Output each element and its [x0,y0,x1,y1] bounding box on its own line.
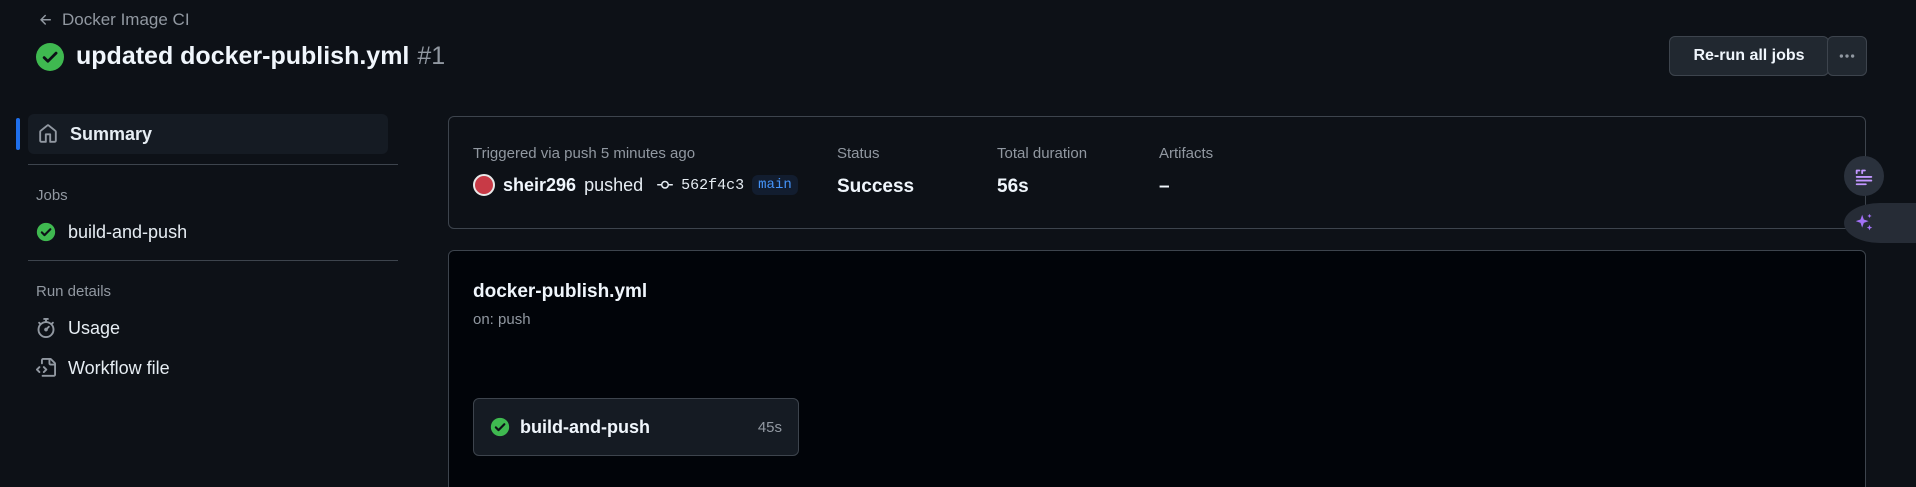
trigger-label: Triggered via push 5 minutes ago [473,145,696,162]
job-node-build-and-push[interactable]: build-and-push 45s [473,398,799,456]
sidebar-item-workflow-file[interactable]: Workflow file [16,348,398,388]
sidebar: Summary Jobs build-and-push Run details … [16,114,398,388]
sidebar-item-summary[interactable]: Summary [16,114,388,154]
more-options-button[interactable] [1827,36,1867,76]
push-action-text: pushed [584,174,644,195]
avatar[interactable] [473,174,495,196]
sparkles-icon [1855,213,1873,231]
active-indicator [16,118,20,150]
kebab-horizontal-icon [1839,54,1855,58]
branch-badge[interactable]: main [752,175,798,195]
back-link-label: Docker Image CI [62,10,190,29]
artifacts-label: Artifacts [1159,145,1214,162]
jobs-heading: Jobs [36,187,68,204]
trigger-column: Triggered via push 5 minutes ago sheir29… [473,145,798,196]
git-commit-icon [657,180,674,189]
status-label: Status [837,145,880,162]
sidebar-item-label: Summary [70,123,153,144]
check-circle-icon [36,42,64,71]
job-name: build-and-push [520,416,650,437]
job-duration: 45s [757,418,782,436]
stopwatch-icon [37,318,55,338]
run-summary-card: Triggered via push 5 minutes ago sheir29… [448,116,1866,229]
workflow-graph-card: docker-publish.yml on: push build-and-pu… [448,250,1866,487]
workflow-trigger: on: push [473,311,531,328]
copilot-summary-button[interactable] [1844,156,1884,196]
sidebar-item-label: Workflow file [68,357,170,378]
user-link[interactable]: sheir296 [503,175,576,196]
status-column: Status Success [837,145,914,198]
artifacts-value: – [1159,176,1170,197]
file-code-icon [36,358,56,377]
artifacts-column: Artifacts – [1159,145,1213,198]
check-circle-icon [36,222,56,242]
sidebar-item-usage[interactable]: Usage [16,308,398,348]
workflow-file-name: docker-publish.yml [473,281,648,302]
run-details-heading: Run details [36,283,112,300]
workflow-run-page: Docker Image CI updated docker-publish.y… [0,0,1916,487]
sidebar-divider [28,164,398,165]
page-title-row: updated docker-publish.yml #1 [36,42,445,71]
back-to-workflow-link[interactable]: Docker Image CI [38,10,190,30]
status-value: Success [837,176,915,197]
copilot-sparkles-button[interactable] [1844,203,1916,243]
run-number: #1 [417,42,446,70]
sidebar-item-label: build-and-push [68,221,188,242]
trigger-details: sheir296 pushed 562f4c3 main [473,174,798,196]
duration-column: Total duration 56s [997,145,1087,198]
page-title: updated docker-publish.yml [76,42,410,70]
home-icon [39,124,57,143]
commit-sha-link[interactable]: 562f4c3 [681,177,744,194]
sidebar-item-job-build-and-push[interactable]: build-and-push [16,212,398,252]
quote-list-icon [1855,169,1873,186]
duration-label: Total duration [997,145,1088,162]
arrow-left-icon [40,14,51,25]
sidebar-divider [28,260,398,261]
sidebar-item-label: Usage [68,317,121,338]
rerun-all-jobs-button[interactable]: Re-run all jobs [1669,36,1829,76]
check-circle-icon [490,417,510,437]
duration-value: 56s [997,176,1029,197]
